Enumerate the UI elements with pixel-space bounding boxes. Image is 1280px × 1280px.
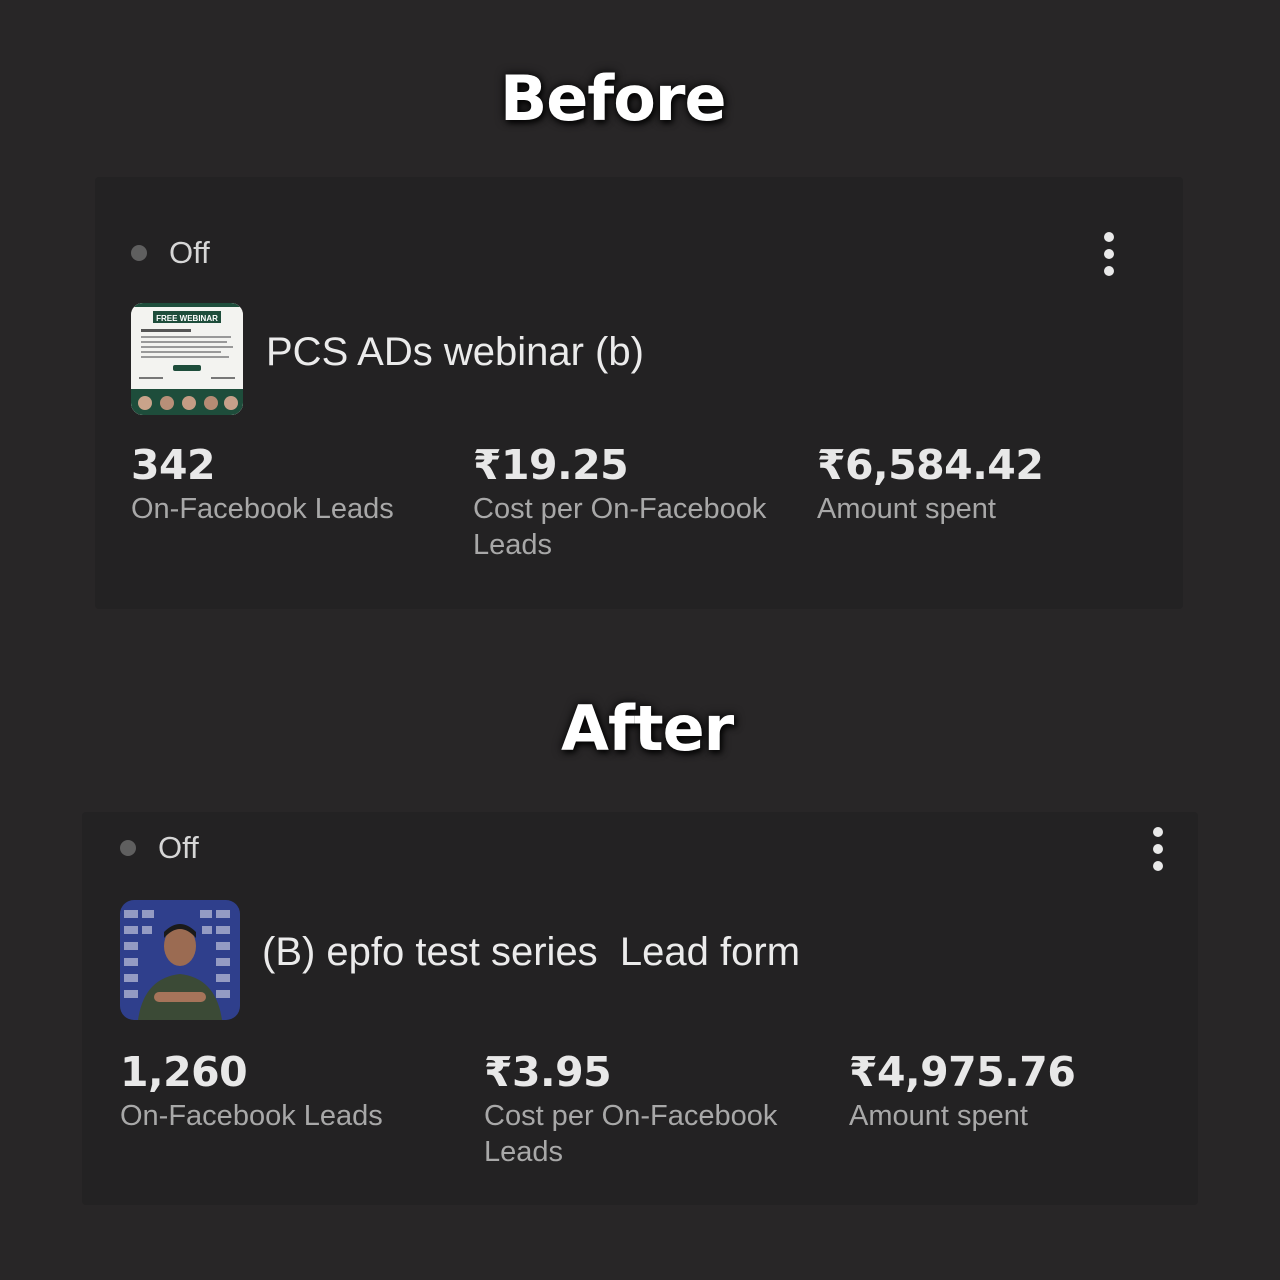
ad-thumbnail [120, 900, 240, 1020]
thumbnail-title: FREE WEBINAR [156, 314, 218, 323]
metric-value: ₹4,975.76 [849, 1048, 1076, 1096]
status-label: Off [158, 830, 199, 865]
metric-label: Cost per On-Facebook Leads [484, 1100, 778, 1168]
ad-card-before[interactable]: Off FREE WEBINAR PCS ADs webinar (b) 342… [95, 177, 1183, 609]
more-vertical-icon [1153, 827, 1163, 837]
ad-card-after[interactable]: Off (B) epfo test series Lead form 1,260… [82, 812, 1198, 1205]
metric-leads: 342 On-Facebook Leads [131, 441, 394, 527]
ad-status: Off [120, 830, 199, 866]
ad-thumbnail: FREE WEBINAR [131, 303, 243, 415]
more-vertical-icon-dot [1153, 861, 1163, 871]
ad-name[interactable]: PCS ADs webinar (b) [266, 330, 644, 375]
status-label: Off [169, 235, 210, 270]
more-vertical-icon-dot [1153, 844, 1163, 854]
metric-label: Amount spent [849, 1100, 1028, 1132]
metric-label: On-Facebook Leads [120, 1100, 383, 1132]
status-dot-icon [131, 245, 147, 261]
ad-name[interactable]: (B) epfo test series Lead form [262, 930, 800, 975]
metric-cost-per-lead: ₹19.25 Cost per On-Facebook Leads [473, 441, 793, 563]
webinar-flyer-image: FREE WEBINAR [131, 303, 243, 415]
metric-amount-spent: ₹4,975.76 Amount spent [849, 1048, 1076, 1134]
before-heading: Before [500, 62, 727, 135]
metric-leads: 1,260 On-Facebook Leads [120, 1048, 383, 1134]
metric-label: Amount spent [817, 493, 996, 525]
metric-value: ₹3.95 [484, 1048, 612, 1096]
status-dot-icon [120, 840, 136, 856]
metric-label: Cost per On-Facebook Leads [473, 493, 767, 561]
metric-value: ₹19.25 [473, 441, 629, 489]
ad-status: Off [131, 235, 210, 271]
metric-label: On-Facebook Leads [131, 493, 394, 525]
metric-value: 342 [131, 441, 216, 489]
metric-amount-spent: ₹6,584.42 Amount spent [817, 441, 1044, 527]
after-heading: After [561, 692, 734, 765]
more-vertical-icon [1104, 232, 1114, 242]
metric-value: ₹6,584.42 [817, 441, 1044, 489]
presenter-video-image [120, 900, 240, 1020]
more-vertical-icon-dot [1104, 249, 1114, 259]
more-vertical-icon-dot [1104, 266, 1114, 276]
metric-cost-per-lead: ₹3.95 Cost per On-Facebook Leads [484, 1048, 814, 1170]
metric-value: 1,260 [120, 1048, 248, 1096]
more-options-button[interactable] [1099, 232, 1119, 276]
more-options-button[interactable] [1148, 827, 1168, 871]
